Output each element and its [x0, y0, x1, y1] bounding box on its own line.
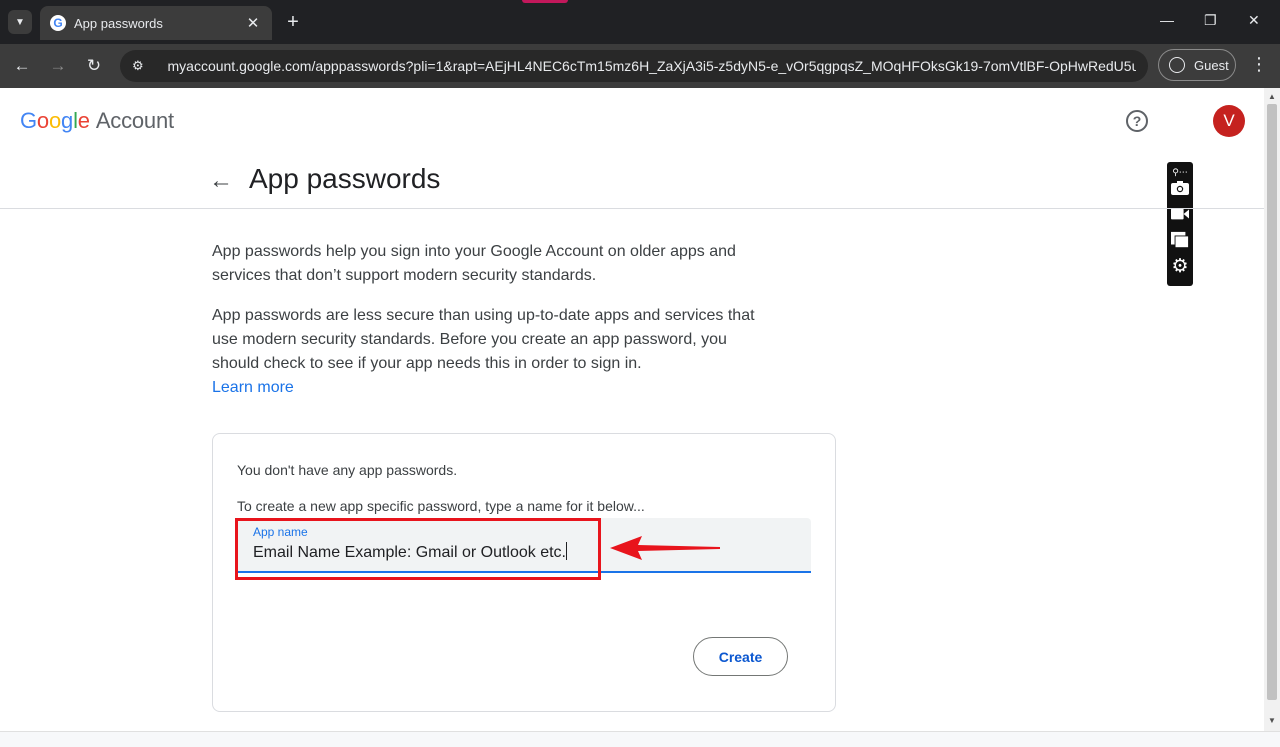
address-url[interactable]: myaccount.google.com/apppasswords?pli=1&…: [168, 58, 1137, 74]
window-capture-icon[interactable]: [1171, 231, 1189, 249]
instruction-text: To create a new app specific password, t…: [237, 498, 645, 514]
new-tab-button[interactable]: +: [282, 10, 304, 34]
tab-search-button[interactable]: ▼: [8, 10, 32, 34]
settings-gear-icon[interactable]: ⚙: [1171, 256, 1189, 277]
app-password-card: You don't have any app passwords. To cre…: [212, 433, 836, 712]
google-favicon-icon: G: [50, 15, 66, 31]
tab-close-icon[interactable]: ✕: [244, 14, 262, 32]
annotation-arrow-icon: [610, 536, 720, 560]
help-icon[interactable]: ?: [1126, 110, 1148, 132]
header-divider: [0, 208, 1264, 209]
close-window-button[interactable]: ✕: [1248, 12, 1260, 29]
forward-button[interactable]: →: [46, 54, 70, 78]
security-warning-paragraph: App passwords are less secure than using…: [212, 307, 755, 372]
pin-icon[interactable]: ⚲⋯: [1171, 164, 1189, 180]
annotation-highlight-box: [235, 518, 601, 580]
learn-more-link[interactable]: Learn more: [212, 376, 294, 400]
logo-account-text: Account: [95, 108, 174, 133]
tab-title: App passwords: [74, 15, 163, 31]
browser-toolbar: ← → ↻ ⚙ myaccount.google.com/apppassword…: [0, 44, 1280, 88]
scroll-up-icon[interactable]: ▲: [1268, 92, 1276, 101]
scrollbar-thumb[interactable]: [1267, 104, 1277, 700]
camera-icon[interactable]: [1171, 180, 1189, 196]
no-passwords-text: You don't have any app passwords.: [237, 462, 458, 478]
google-account-logo[interactable]: Google Account: [20, 108, 174, 134]
page-scrollbar[interactable]: ▲ ▼: [1264, 88, 1280, 731]
logo-letter: G: [20, 108, 37, 133]
profile-button[interactable]: Guest: [1158, 49, 1236, 81]
back-button[interactable]: ←: [10, 54, 34, 78]
logo-letter: e: [77, 108, 90, 133]
address-bar[interactable]: ⚙ myaccount.google.com/apppasswords?pli=…: [120, 50, 1148, 82]
restore-button[interactable]: ❐: [1204, 12, 1217, 29]
profile-label: Guest: [1194, 57, 1229, 73]
scroll-down-icon[interactable]: ▼: [1268, 716, 1276, 725]
profile-icon: [1169, 57, 1185, 73]
site-info-icon[interactable]: ⚙: [132, 58, 154, 74]
logo-letter: o: [36, 108, 49, 133]
page-back-arrow-icon[interactable]: ←: [208, 167, 234, 194]
tab-app-passwords[interactable]: G App passwords ✕: [40, 6, 272, 40]
intro-paragraph: App passwords help you sign into your Go…: [212, 243, 736, 284]
logo-letter: g: [61, 108, 74, 133]
browser-tab-bar: ▼ G App passwords ✕ + — ❐ ✕: [0, 0, 1280, 44]
create-button[interactable]: Create: [693, 637, 788, 676]
capture-tool-strip: ⚲⋯ ⚙: [1167, 162, 1193, 286]
logo-letter: o: [48, 108, 62, 133]
reload-button[interactable]: ↻: [82, 54, 106, 78]
tab-group-indicator: [522, 0, 568, 3]
minimize-button[interactable]: —: [1160, 12, 1174, 28]
avatar[interactable]: V: [1213, 105, 1245, 137]
page-title: App passwords: [249, 163, 441, 194]
browser-menu-icon[interactable]: ⋮: [1250, 54, 1268, 75]
page-content: Google Account ? V ⚲⋯ ⚙ ← App passwords A…: [0, 88, 1264, 731]
taskbar-strip: [0, 731, 1280, 747]
